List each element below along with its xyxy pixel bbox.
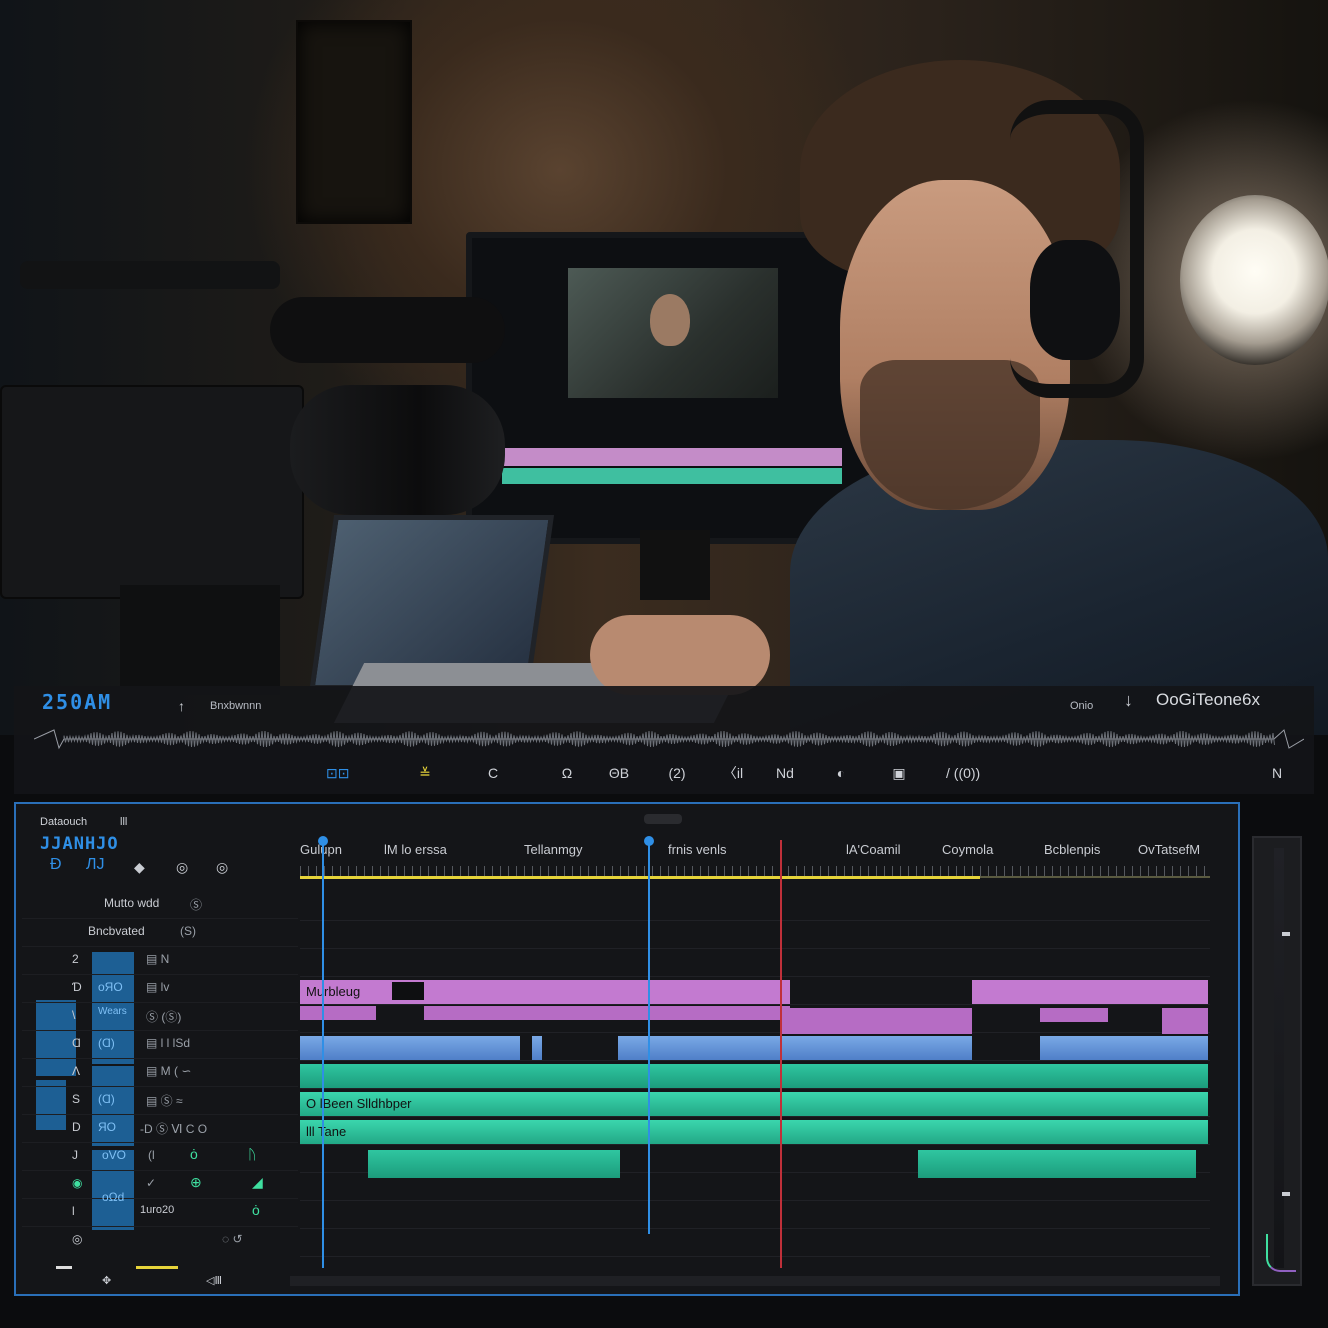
master-waveform: [34, 729, 1304, 750]
video-clip[interactable]: [300, 1006, 376, 1020]
green-toggle-icon[interactable]: ᚢ: [248, 1146, 256, 1162]
frame-icon[interactable]: ▣: [888, 760, 910, 786]
audio-clip[interactable]: [532, 1036, 542, 1060]
track-header-row[interactable]: Ɗ oЯO ▤ lv: [22, 974, 298, 1003]
audio-clip[interactable]: [300, 1064, 1208, 1088]
pin-icon[interactable]: ↑: [178, 698, 185, 714]
zoom-icon[interactable]: ✥: [102, 1274, 111, 1287]
zoom-indicator[interactable]: [136, 1266, 178, 1269]
audio-clip[interactable]: [300, 1036, 520, 1060]
snap-icon[interactable]: ◆: [134, 859, 145, 876]
track-header-row[interactable]: J oVO (l ȯ ᚢ: [22, 1142, 298, 1171]
settings-icon[interactable]: N: [1266, 760, 1288, 786]
panel-caption: Dataouch: [40, 816, 88, 828]
track-header-row[interactable]: Mutto wdd Ⓢ: [22, 890, 298, 919]
record-icon[interactable]: ◎: [176, 859, 188, 876]
in-point-marker[interactable]: [318, 836, 328, 1268]
green-toggle-icon[interactable]: ȯ: [190, 1146, 198, 1162]
meter-knob[interactable]: [1282, 1192, 1290, 1196]
track-header-row[interactable]: Ɑ (Ɑ) ▤ l l lSd: [22, 1030, 298, 1059]
track-header-row[interactable]: D ЯO -D Ⓢ Ⅵ C O: [22, 1114, 298, 1143]
audio-clip[interactable]: [1040, 1036, 1208, 1060]
horizontal-scrollbar[interactable]: [290, 1276, 1220, 1286]
track-header-row[interactable]: ◎ ◌ ↺: [22, 1226, 298, 1254]
tool-strip: ⊡⊡ ≚ C Ω ΘB (2) 〈il Nd ◐ ▣ / ((0)) N: [14, 760, 1314, 788]
audio-meter: [1252, 836, 1302, 1286]
green-dot-icon[interactable]: ⊕: [190, 1174, 202, 1191]
green-toggle-icon[interactable]: ȯ: [252, 1202, 260, 1218]
out-point-marker[interactable]: [780, 840, 782, 1268]
video-clip[interactable]: [972, 980, 1208, 1004]
eye-icon[interactable]: ◐: [830, 760, 852, 786]
video-clip[interactable]: [780, 1008, 972, 1034]
timeline-editor: Dataouch lll JJANHJO Ð ЛJ ◆ ◎ ◎ Mutto wd…: [14, 802, 1240, 1296]
track-header-row[interactable]: Λ ▤ M ( ∽: [22, 1058, 298, 1087]
track-header-row[interactable]: 2 ▤ N: [22, 946, 298, 975]
audio-label: Onio: [1070, 700, 1094, 712]
track-header-row[interactable]: S (Ɑ) ▤ Ⓢ ≈: [22, 1086, 298, 1115]
video-camera: [0, 255, 505, 695]
track-header-row[interactable]: l oΩd 1uro20 ȯ: [22, 1190, 298, 1227]
track-header-row[interactable]: \ Wears Ⓢ (Ⓢ): [22, 1002, 298, 1031]
audio-waves-icon[interactable]: / ((0)): [946, 760, 980, 786]
top-toolbar: 250AM ↑ Bnxbwnnn Onio ↓ OoGiTeone6x ⊡⊡ ≚…: [14, 686, 1314, 794]
monitor-video-preview: [568, 268, 778, 398]
loop-icon[interactable]: C: [482, 760, 504, 786]
video-clip[interactable]: [1162, 1008, 1208, 1034]
select-tool-icon[interactable]: Ð: [50, 856, 62, 874]
video-clip[interactable]: Murbleug: [300, 980, 790, 1004]
playhead[interactable]: [644, 836, 654, 1234]
brand-subtitle: Bnxbwnnn: [210, 700, 262, 712]
panel-brand: JJANHJO: [40, 834, 119, 854]
marker-icon[interactable]: ≚: [414, 760, 436, 786]
link-icon[interactable]: ΘB: [608, 760, 630, 786]
shotgun-mic: [270, 297, 505, 363]
video-clip[interactable]: [424, 1006, 790, 1020]
audio-clip[interactable]: [368, 1150, 620, 1178]
panel-caption-2: lll: [120, 816, 128, 828]
track-area: Murbleug O lBeen Slldhbper lll Tane: [300, 836, 1210, 1272]
app-brand: 250AM: [42, 690, 113, 714]
count-icon[interactable]: (2): [666, 760, 688, 786]
razor-icon[interactable]: Nd: [774, 760, 796, 786]
audio-pin-icon[interactable]: ↓: [1124, 690, 1133, 711]
track-headers: Mutto wdd Ⓢ Bncbvated (S) 2 ▤ N Ɗ oЯO ▤ …: [22, 890, 298, 1270]
audio-clip[interactable]: lll Tane: [300, 1120, 1208, 1144]
headphones-icon[interactable]: Ω: [556, 760, 578, 786]
meter-knob[interactable]: [1282, 932, 1290, 936]
work-area-bar[interactable]: [300, 876, 980, 879]
track-tool-icon[interactable]: ЛJ: [86, 856, 105, 874]
audio-clip[interactable]: O lBeen Slldhbper: [300, 1092, 1208, 1116]
time-ruler[interactable]: Gulupn lM lo erssa Tellanmgy frnis venls…: [300, 842, 1210, 882]
editor-person: [780, 60, 1328, 735]
timeline-footer: ✥ ◁Ⅲ: [56, 1266, 1226, 1288]
audio-clip[interactable]: [918, 1150, 1196, 1178]
project-title: OoGiTeone6x: [1156, 690, 1260, 709]
track-header-row[interactable]: Bncbvated (S): [22, 918, 298, 947]
green-mark-icon[interactable]: ◢: [252, 1174, 263, 1191]
toggle-icon[interactable]: ⊡⊡: [326, 760, 349, 786]
audio-level-icon[interactable]: ◁Ⅲ: [206, 1274, 222, 1287]
monitor-icon[interactable]: ◎: [216, 859, 228, 876]
panel-grip[interactable]: [644, 814, 682, 824]
background-photo: [0, 0, 1328, 735]
trim-icon[interactable]: 〈il: [722, 760, 744, 786]
wall-frame: [296, 20, 412, 224]
track-header-row[interactable]: ◉ ✓ ⊕ ◢: [22, 1170, 298, 1199]
audio-clip[interactable]: [618, 1036, 972, 1060]
video-clip[interactable]: [1040, 1008, 1108, 1022]
